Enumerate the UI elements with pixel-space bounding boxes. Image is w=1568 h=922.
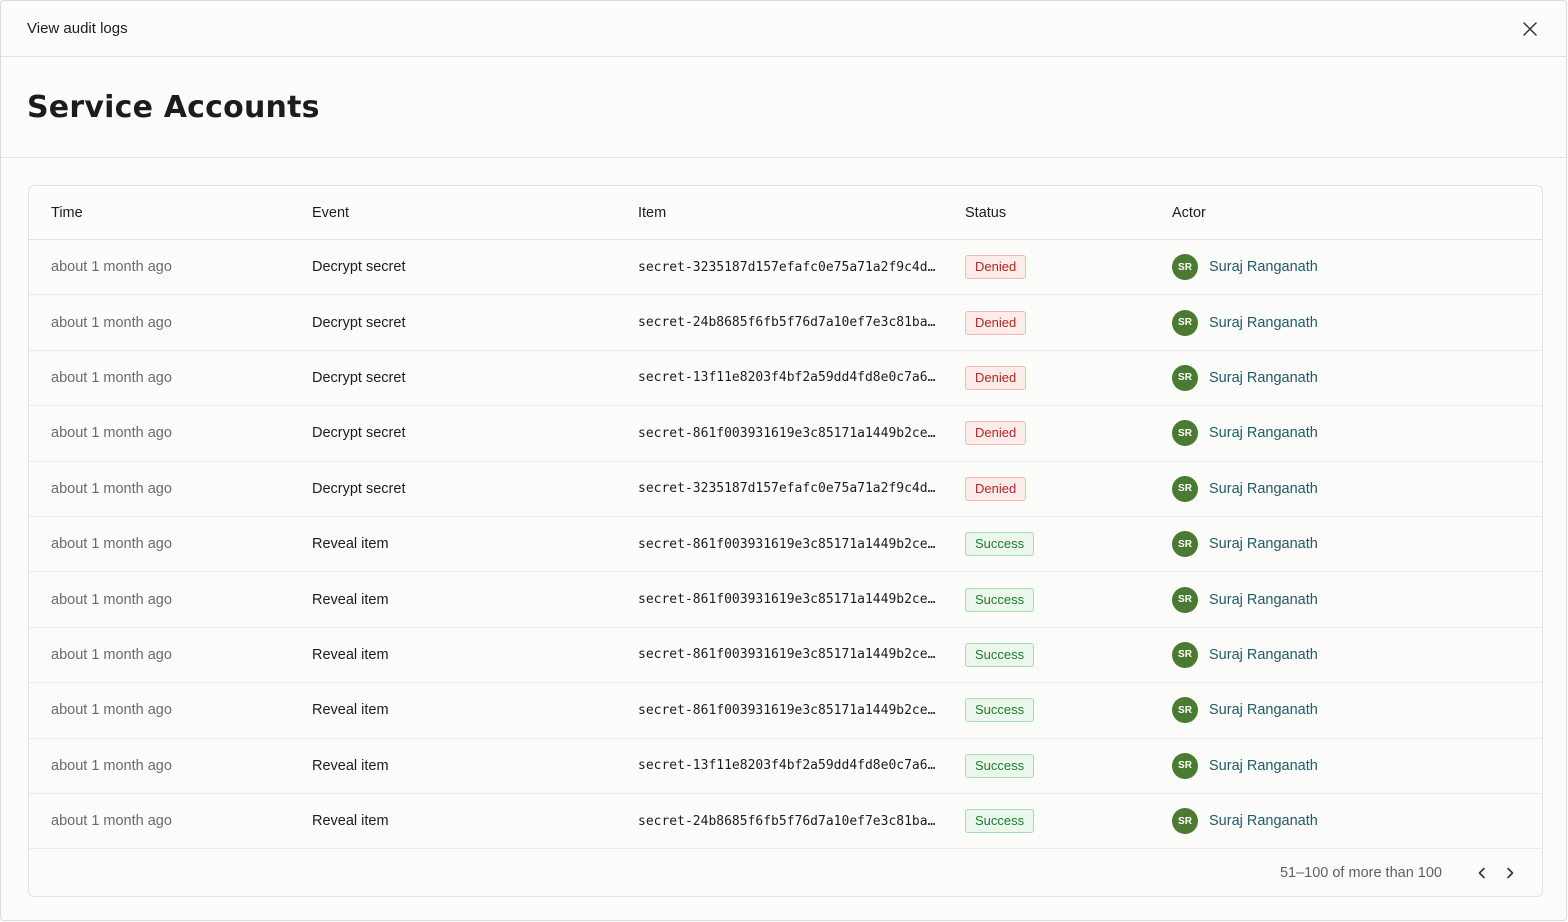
chevron-left-icon bbox=[1478, 867, 1485, 879]
avatar: SR bbox=[1172, 531, 1198, 558]
actor-link[interactable]: Suraj Ranganath bbox=[1209, 259, 1318, 275]
time-cell: about 1 month ago bbox=[51, 757, 172, 774]
status-badge: Denied bbox=[965, 365, 1027, 390]
actor-link[interactable]: Suraj Ranganath bbox=[1209, 370, 1318, 386]
column-header-time: Time bbox=[51, 204, 83, 221]
status-badge: Denied bbox=[965, 310, 1027, 335]
status-badge: Success bbox=[965, 587, 1035, 612]
status-badge: Success bbox=[965, 698, 1035, 723]
item-cell: secret-24b8685f6fb5f76d7a10ef7e3c81ba… bbox=[638, 813, 936, 829]
time-cell: about 1 month ago bbox=[51, 646, 172, 663]
event-cell: Reveal item bbox=[312, 757, 389, 774]
avatar: SR bbox=[1172, 752, 1198, 779]
item-cell: secret-861f003931619e3c85171a1449b2ce… bbox=[638, 536, 936, 552]
time-cell: about 1 month ago bbox=[51, 314, 172, 331]
event-cell: Decrypt secret bbox=[312, 369, 406, 386]
actor-link[interactable]: Suraj Ranganath bbox=[1209, 647, 1318, 663]
modal-title: View audit logs bbox=[27, 20, 128, 37]
table-row: about 1 month ago Reveal item secret-861… bbox=[29, 683, 1542, 739]
actor-link[interactable]: Suraj Ranganath bbox=[1209, 758, 1318, 774]
actor-link[interactable]: Suraj Ranganath bbox=[1209, 425, 1318, 441]
time-cell: about 1 month ago bbox=[51, 480, 172, 497]
event-cell: Decrypt secret bbox=[312, 259, 406, 276]
status-badge: Denied bbox=[965, 421, 1027, 446]
column-header-status: Status bbox=[965, 204, 1007, 221]
close-button[interactable] bbox=[1518, 17, 1542, 41]
item-cell: secret-3235187d157efafc0e75a71a2f9c4d… bbox=[638, 259, 936, 275]
item-cell: secret-861f003931619e3c85171a1449b2ce… bbox=[638, 592, 936, 608]
time-cell: about 1 month ago bbox=[51, 536, 172, 553]
actor-link[interactable]: Suraj Ranganath bbox=[1209, 315, 1318, 331]
item-cell: secret-861f003931619e3c85171a1449b2ce… bbox=[638, 647, 936, 663]
close-icon bbox=[1523, 21, 1537, 36]
table-row: about 1 month ago Decrypt secret secret-… bbox=[29, 351, 1542, 407]
item-cell: secret-861f003931619e3c85171a1449b2ce… bbox=[638, 425, 936, 441]
status-badge: Success bbox=[965, 532, 1035, 557]
table-row: about 1 month ago Reveal item secret-861… bbox=[29, 517, 1542, 573]
avatar: SR bbox=[1172, 697, 1198, 724]
item-cell: secret-13f11e8203f4bf2a59dd4fd8e0c7a6… bbox=[638, 758, 936, 774]
table-row: about 1 month ago Decrypt secret secret-… bbox=[29, 406, 1542, 462]
table-body: about 1 month ago Decrypt secret secret-… bbox=[29, 240, 1542, 850]
event-cell: Reveal item bbox=[312, 813, 389, 830]
actor-link[interactable]: Suraj Ranganath bbox=[1209, 536, 1318, 552]
table-row: about 1 month ago Reveal item secret-13f… bbox=[29, 739, 1542, 794]
table-row: about 1 month ago Reveal item secret-24b… bbox=[29, 794, 1542, 850]
avatar: SR bbox=[1172, 364, 1198, 391]
actor-link[interactable]: Suraj Ranganath bbox=[1209, 481, 1318, 497]
item-cell: secret-13f11e8203f4bf2a59dd4fd8e0c7a6… bbox=[638, 370, 936, 386]
modal-header: View audit logs bbox=[1, 1, 1566, 57]
column-header-item: Item bbox=[638, 204, 667, 221]
event-cell: Reveal item bbox=[312, 646, 389, 663]
table-row: about 1 month ago Reveal item secret-861… bbox=[29, 628, 1542, 684]
table-row: about 1 month ago Reveal item secret-861… bbox=[29, 572, 1542, 628]
status-badge: Denied bbox=[965, 476, 1027, 501]
avatar: SR bbox=[1172, 254, 1198, 281]
time-cell: about 1 month ago bbox=[51, 591, 172, 608]
avatar: SR bbox=[1172, 641, 1198, 668]
chevron-right-icon bbox=[1507, 867, 1514, 879]
column-header-actor: Actor bbox=[1172, 204, 1206, 221]
avatar: SR bbox=[1172, 808, 1198, 835]
avatar: SR bbox=[1172, 420, 1198, 447]
table-row: about 1 month ago Decrypt secret secret-… bbox=[29, 240, 1542, 296]
time-cell: about 1 month ago bbox=[51, 425, 172, 442]
event-cell: Decrypt secret bbox=[312, 425, 406, 442]
prev-page-button[interactable] bbox=[1470, 861, 1494, 885]
status-badge: Success bbox=[965, 809, 1035, 834]
table-row: about 1 month ago Decrypt secret secret-… bbox=[29, 462, 1542, 517]
table-header-row: Time Event Item Status Actor bbox=[29, 186, 1542, 240]
table-row: about 1 month ago Decrypt secret secret-… bbox=[29, 295, 1542, 351]
event-cell: Reveal item bbox=[312, 591, 389, 608]
actor-link[interactable]: Suraj Ranganath bbox=[1209, 702, 1318, 718]
event-cell: Decrypt secret bbox=[312, 480, 406, 497]
item-cell: secret-861f003931619e3c85171a1449b2ce… bbox=[638, 702, 936, 718]
page-header: Service Accounts bbox=[1, 57, 1566, 158]
event-cell: Decrypt secret bbox=[312, 314, 406, 331]
status-badge: Success bbox=[965, 753, 1035, 778]
time-cell: about 1 month ago bbox=[51, 702, 172, 719]
item-cell: secret-24b8685f6fb5f76d7a10ef7e3c81ba… bbox=[638, 315, 936, 331]
audit-logs-modal: View audit logs Service Accounts Time Ev… bbox=[0, 0, 1567, 921]
actor-link[interactable]: Suraj Ranganath bbox=[1209, 592, 1318, 608]
status-badge: Success bbox=[965, 642, 1035, 667]
page-title: Service Accounts bbox=[27, 89, 320, 125]
avatar: SR bbox=[1172, 309, 1198, 336]
time-cell: about 1 month ago bbox=[51, 369, 172, 386]
event-cell: Reveal item bbox=[312, 536, 389, 553]
audit-log-table: Time Event Item Status Actor about 1 mon… bbox=[28, 185, 1543, 897]
status-badge: Denied bbox=[965, 255, 1027, 280]
next-page-button[interactable] bbox=[1498, 861, 1522, 885]
item-cell: secret-3235187d157efafc0e75a71a2f9c4d… bbox=[638, 481, 936, 497]
pagination-range: 51–100 of more than 100 bbox=[1279, 865, 1442, 882]
column-header-event: Event bbox=[312, 204, 350, 221]
pagination: 51–100 of more than 100 bbox=[29, 849, 1542, 896]
event-cell: Reveal item bbox=[312, 702, 389, 719]
avatar: SR bbox=[1172, 586, 1198, 613]
actor-link[interactable]: Suraj Ranganath bbox=[1209, 813, 1318, 829]
time-cell: about 1 month ago bbox=[51, 813, 172, 830]
avatar: SR bbox=[1172, 475, 1198, 502]
time-cell: about 1 month ago bbox=[51, 259, 172, 276]
